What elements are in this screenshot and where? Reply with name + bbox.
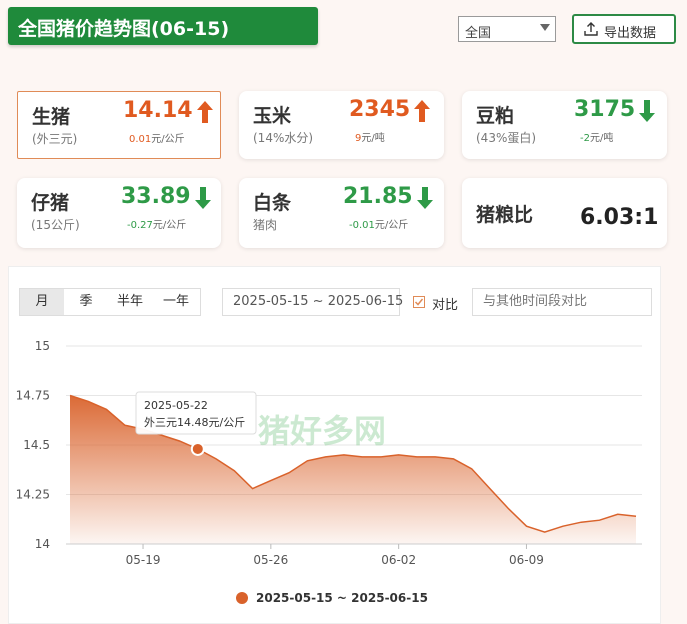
highlight-point <box>190 441 205 456</box>
y-tick-label: 14 <box>35 537 50 551</box>
price-chart: 15 14.75 14.5 14.25 14 猪好多网 05-19 05-26 06-02 06-… <box>16 339 642 605</box>
watermark-logo: 猪好多网 <box>258 412 386 450</box>
legend-marker <box>236 592 248 604</box>
y-tick-label: 14.5 <box>23 438 50 452</box>
legend-label: 2025-05-15 ~ 2025-06-15 <box>256 591 428 605</box>
tooltip-date: 2025-05-22 <box>144 399 208 412</box>
y-tick-label: 14.25 <box>16 488 50 502</box>
x-tick-label: 05-19 <box>126 553 161 567</box>
y-tick-label: 15 <box>35 339 50 353</box>
x-tick-label: 06-02 <box>381 553 416 567</box>
tooltip-value: 外三元14.48元/公斤 <box>144 416 245 429</box>
x-tick-label: 06-09 <box>509 553 544 567</box>
x-tick-label: 05-26 <box>253 553 288 567</box>
y-tick-label: 14.75 <box>16 389 50 403</box>
